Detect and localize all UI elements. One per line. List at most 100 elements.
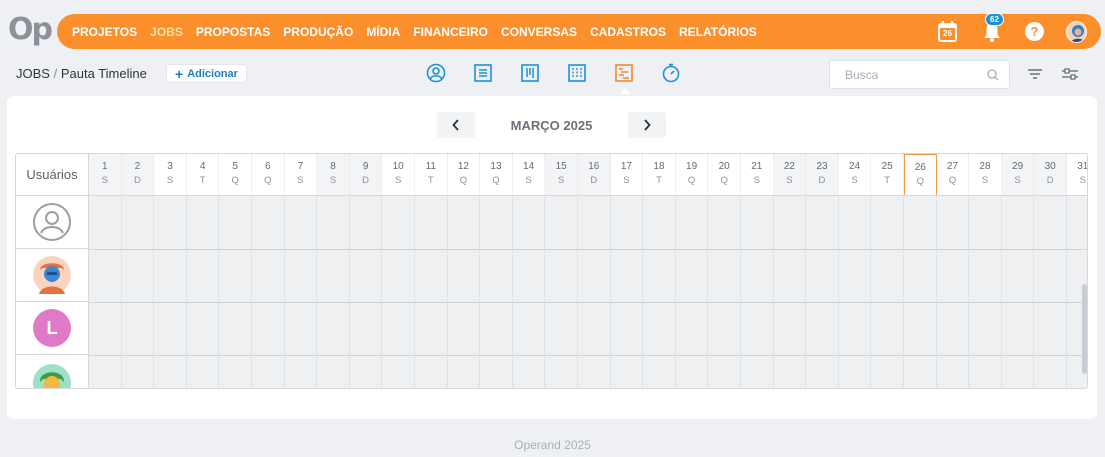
menu-item-6[interactable]: CONVERSAS [501, 25, 577, 39]
menu-item-1[interactable]: JOBS [150, 25, 183, 39]
day-header[interactable]: 16 D [578, 154, 611, 196]
day-column[interactable] [936, 196, 970, 388]
vertical-scrollbar[interactable] [1082, 284, 1087, 374]
day-column[interactable] [317, 196, 350, 388]
day-column[interactable] [186, 196, 220, 388]
day-header[interactable]: 3S [154, 154, 187, 196]
day-column[interactable] [578, 196, 611, 388]
day-column[interactable] [871, 196, 904, 388]
day-header[interactable]: 17 S [611, 154, 644, 196]
search-icon[interactable] [987, 69, 999, 84]
app-logo[interactable]: Op [8, 12, 53, 47]
user-row-2[interactable] [16, 249, 88, 302]
add-button[interactable]: + Adicionar [166, 64, 247, 83]
day-column[interactable] [252, 196, 285, 388]
day-column[interactable] [349, 196, 383, 388]
day-header[interactable]: 28 S [969, 154, 1002, 196]
day-header[interactable]: 21 S [741, 154, 774, 196]
day-header[interactable]: 31 S [1067, 154, 1087, 196]
day-header[interactable]: 19 Q [676, 154, 709, 196]
day-header[interactable]: 11 T [415, 154, 448, 196]
menu-item-7[interactable]: CADASTROS [590, 25, 666, 39]
day-header[interactable]: 14 S [513, 154, 546, 196]
day-column[interactable] [741, 196, 774, 388]
day-column[interactable] [512, 196, 546, 388]
day-header[interactable]: 9D [349, 154, 383, 196]
next-month-button[interactable] [628, 112, 666, 138]
user-row-3[interactable]: L [16, 302, 88, 355]
day-number: 27 [946, 161, 958, 172]
day-letter: D [818, 175, 826, 186]
day-column[interactable] [480, 196, 513, 388]
list-view-icon[interactable] [473, 63, 493, 83]
day-column[interactable] [610, 196, 644, 388]
day-header[interactable]: 18 T [643, 154, 676, 196]
notifications-icon[interactable]: 62 [981, 13, 1004, 42]
day-header[interactable]: 4T [187, 154, 220, 196]
calendar-icon[interactable]: 26 [937, 21, 958, 42]
day-header[interactable]: 20 Q [708, 154, 741, 196]
day-header[interactable]: 27 Q [937, 154, 970, 196]
day-column[interactable] [806, 196, 839, 388]
prev-month-button[interactable] [437, 112, 475, 138]
breadcrumb-section[interactable]: JOBS [16, 66, 50, 81]
filter-icon[interactable] [1027, 67, 1043, 85]
day-column[interactable] [904, 196, 937, 388]
day-column[interactable] [773, 196, 807, 388]
day-header[interactable]: 13 Q [480, 154, 513, 196]
timer-view-icon[interactable] [661, 63, 681, 83]
day-column[interactable] [447, 196, 481, 388]
day-header[interactable]: 23 D [806, 154, 839, 196]
day-letter: S [525, 175, 532, 186]
day-header[interactable]: 25 T [871, 154, 904, 196]
menu-item-2[interactable]: PROPOSTAS [196, 25, 270, 39]
day-column[interactable] [284, 196, 318, 388]
menu-item-3[interactable]: PRODUÇÃO [283, 25, 353, 39]
help-icon[interactable]: ? [1024, 21, 1045, 42]
day-header[interactable]: 5Q [219, 154, 252, 196]
day-column[interactable] [154, 196, 187, 388]
day-header[interactable]: 29 S [1001, 154, 1035, 196]
day-header[interactable]: 6Q [252, 154, 285, 196]
day-letter: S [329, 175, 337, 186]
day-column[interactable] [415, 196, 448, 388]
day-header[interactable]: 15 S [545, 154, 578, 196]
day-header[interactable]: 7S [285, 154, 318, 196]
user-row-4[interactable] [16, 355, 88, 388]
day-header[interactable]: 2D [121, 154, 155, 196]
settings-sliders-icon[interactable] [1061, 67, 1079, 85]
menu-item-0[interactable]: PROJETOS [72, 25, 137, 39]
day-column[interactable] [708, 196, 741, 388]
day-header[interactable]: 22 S [773, 154, 807, 196]
day-header[interactable]: 24 S [839, 154, 872, 196]
day-column[interactable] [121, 196, 155, 388]
day-column[interactable] [1001, 196, 1035, 388]
day-column[interactable] [838, 196, 872, 388]
day-header[interactable]: 12 Q [448, 154, 481, 196]
menu-item-4[interactable]: MÍDIA [366, 25, 400, 39]
menu-item-5[interactable]: FINANCEIRO [413, 25, 488, 39]
day-column[interactable] [643, 196, 676, 388]
user-view-icon[interactable] [426, 63, 446, 83]
day-header[interactable]: 1S [89, 154, 122, 196]
timeline-view-icon[interactable] [614, 63, 634, 94]
columns-view-icon[interactable] [567, 63, 587, 83]
day-column[interactable] [382, 196, 415, 388]
day-column[interactable] [1034, 196, 1067, 388]
day-header[interactable]: 10 S [382, 154, 415, 196]
kanban-view-icon[interactable] [520, 63, 540, 83]
day-letter: Q [231, 175, 239, 186]
day-header[interactable]: 26 Q [904, 154, 937, 196]
day-column[interactable] [89, 196, 122, 388]
menu-item-8[interactable]: RELATÓRIOS [679, 25, 757, 39]
user-row-1[interactable] [16, 196, 88, 249]
day-column[interactable] [219, 196, 252, 388]
day-column[interactable] [675, 196, 709, 388]
day-column[interactable] [545, 196, 578, 388]
day-column[interactable] [969, 196, 1002, 388]
day-header[interactable]: 8S [317, 154, 350, 196]
day-letter: Q [459, 175, 468, 186]
user-avatar[interactable] [1066, 20, 1087, 43]
search-input[interactable] [845, 67, 975, 82]
day-header[interactable]: 30 D [1034, 154, 1067, 196]
